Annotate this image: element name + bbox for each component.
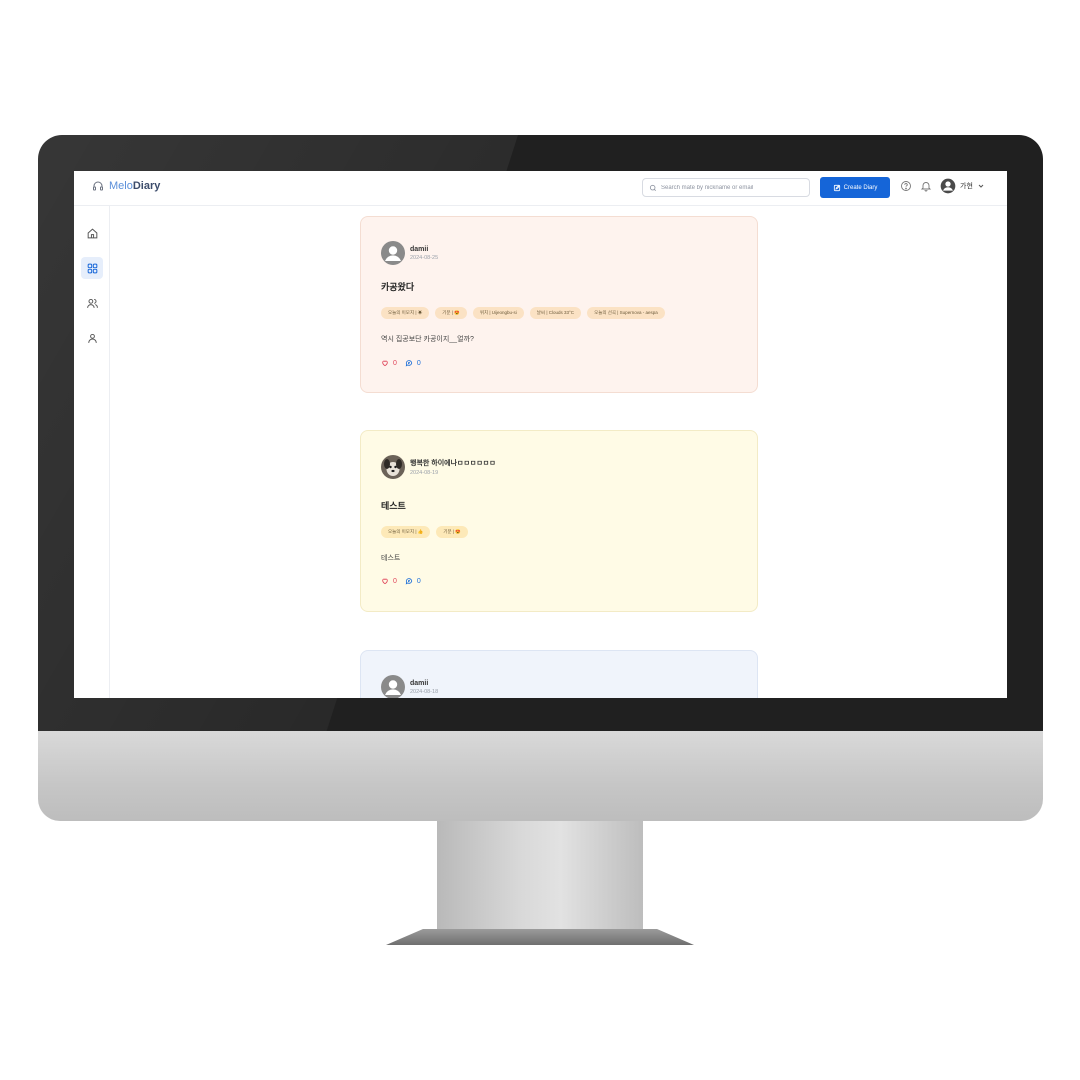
author-name: damii	[410, 245, 429, 253]
diary-card[interactable]: 행복한 하이에나ㅁㅁㅁㅁㅁㅁ 2024-08-19 테스트 오늘의 이모지 | …	[360, 430, 758, 612]
user-name: 가현	[960, 183, 973, 190]
post-date: 2024-08-18	[410, 688, 439, 695]
monitor-stand-neck	[437, 821, 643, 933]
post-author: damii 2024-08-25	[381, 241, 438, 265]
sidebar-item-profile[interactable]	[81, 327, 103, 349]
diary-card[interactable]: damii 2024-08-25 카공왔다 오늘의 이모지 | ☀ 기분 | 😍…	[360, 216, 758, 393]
app-logo[interactable]: MeloDiary	[92, 180, 160, 192]
sidebar-item-home[interactable]	[81, 222, 103, 244]
default-avatar-icon	[381, 241, 405, 265]
post-title: 카공왔다	[381, 282, 415, 292]
app-logo-text: MeloDiary	[109, 180, 161, 192]
create-diary-label: Create Diary	[843, 184, 878, 191]
monitor-chin	[38, 731, 1043, 821]
users-icon	[86, 298, 98, 308]
app-screen: MeloDiary Create Diary 가현	[74, 171, 1007, 698]
post-author: 행복한 하이에나ㅁㅁㅁㅁㅁㅁ 2024-08-19	[381, 455, 496, 479]
diary-card[interactable]: damii 2024-08-18	[360, 650, 758, 698]
like-count: 0	[393, 359, 397, 367]
edit-icon	[833, 184, 840, 191]
like-count: 0	[393, 577, 397, 585]
author-name: 행복한 하이에나ㅁㅁㅁㅁㅁㅁ	[410, 460, 496, 467]
search-box[interactable]	[642, 178, 810, 197]
person-icon	[87, 333, 97, 343]
chevron-down-icon	[978, 184, 984, 188]
comment-count: 0	[416, 577, 421, 585]
heart-icon[interactable]	[381, 577, 389, 585]
post-tags: 오늘의 이모지 | ☀ 기분 | 😍 위치 | Uijeongbu-si 날씨 …	[381, 307, 665, 319]
post-stats: 0 0	[381, 577, 421, 585]
post-author: damii 2024-08-18	[381, 675, 438, 698]
post-tags: 오늘의 이모지 | 👍 기분 | 😍	[381, 526, 468, 538]
monitor-stand-foot	[386, 929, 694, 945]
dog-avatar-icon	[381, 455, 405, 479]
search-input[interactable]	[661, 184, 801, 191]
comment-count: 0	[416, 359, 421, 367]
bell-icon[interactable]	[920, 180, 932, 192]
tag-mood: 기분 | 😍	[436, 526, 468, 538]
tag-weather: 날씨 | Clouds 33°C	[529, 307, 582, 319]
tag-mood: 기분 | 😍	[435, 307, 467, 319]
comment-icon[interactable]	[405, 577, 413, 585]
user-menu[interactable]: 가현	[940, 178, 985, 194]
home-icon	[87, 228, 97, 238]
post-date: 2024-08-19	[410, 470, 439, 476]
tag-music: 오늘의 선곡 | Supernova - aespa	[587, 307, 665, 319]
create-diary-button[interactable]: Create Diary	[820, 177, 890, 198]
post-date: 2024-08-25	[410, 254, 439, 261]
heart-icon[interactable]	[381, 359, 389, 367]
post-body: 역시 집공보단 카공이지__얼까?	[381, 336, 474, 343]
user-avatar-icon	[940, 178, 956, 194]
sidebar-item-mates[interactable]	[81, 292, 103, 314]
grid-icon	[87, 263, 97, 273]
top-bar: MeloDiary Create Diary 가현	[74, 171, 1007, 206]
tag-location: 위치 | Uijeongbu-si	[472, 307, 524, 319]
sidebar-item-feed[interactable]	[81, 257, 103, 279]
tag-emoji: 오늘의 이모지 | 👍	[381, 526, 431, 538]
sidebar	[74, 206, 110, 698]
search-icon	[649, 184, 656, 191]
post-stats: 0 0	[381, 359, 421, 367]
headphones-icon	[93, 181, 103, 191]
help-icon[interactable]	[900, 180, 912, 192]
comment-icon[interactable]	[405, 359, 413, 367]
author-name: damii	[410, 679, 429, 687]
default-avatar-icon	[381, 675, 405, 698]
post-title: 테스트	[381, 501, 406, 511]
tag-emoji: 오늘의 이모지 | ☀	[381, 307, 430, 319]
post-body: 테스트	[381, 555, 401, 562]
